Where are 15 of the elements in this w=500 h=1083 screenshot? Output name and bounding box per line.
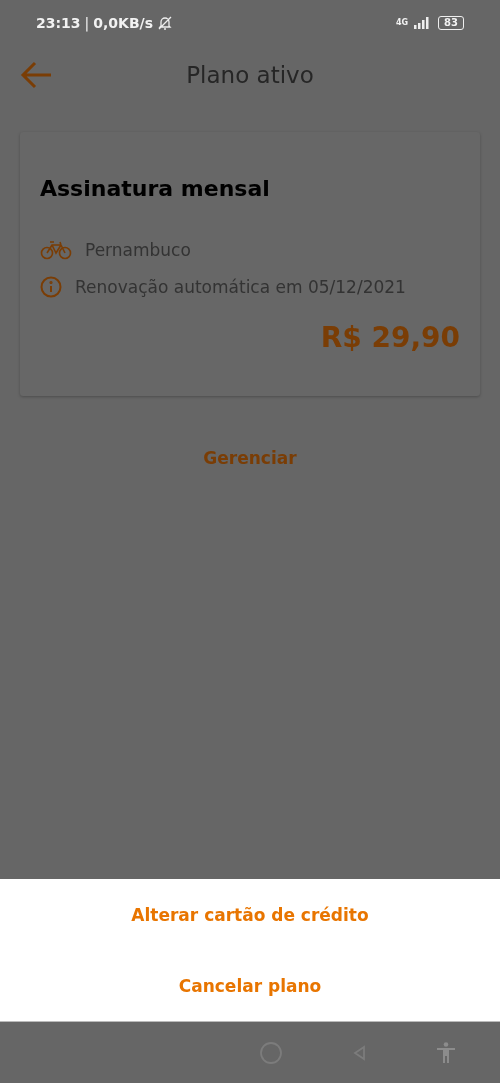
network-speed: 0,0KB/s xyxy=(93,14,154,31)
accessibility-icon[interactable] xyxy=(436,1041,456,1064)
separator: | xyxy=(84,14,90,31)
bicycle-icon xyxy=(40,239,72,260)
network-type: 4G xyxy=(395,18,409,27)
back-button[interactable] xyxy=(18,59,54,91)
muted-bell-icon xyxy=(157,14,174,31)
page-title: Plano ativo xyxy=(186,62,314,88)
sheet-action[interactable]: Alterar cartão de crédito xyxy=(0,879,500,950)
battery-indicator: 83 xyxy=(438,15,464,30)
plan-title: Assinatura mensal xyxy=(40,176,271,201)
sheet-action[interactable]: Cancelar plano xyxy=(0,950,500,1021)
info-icon xyxy=(40,275,62,298)
clock-time: 23:13 xyxy=(36,14,81,31)
plan-price: R$ 29,90 xyxy=(320,321,460,354)
